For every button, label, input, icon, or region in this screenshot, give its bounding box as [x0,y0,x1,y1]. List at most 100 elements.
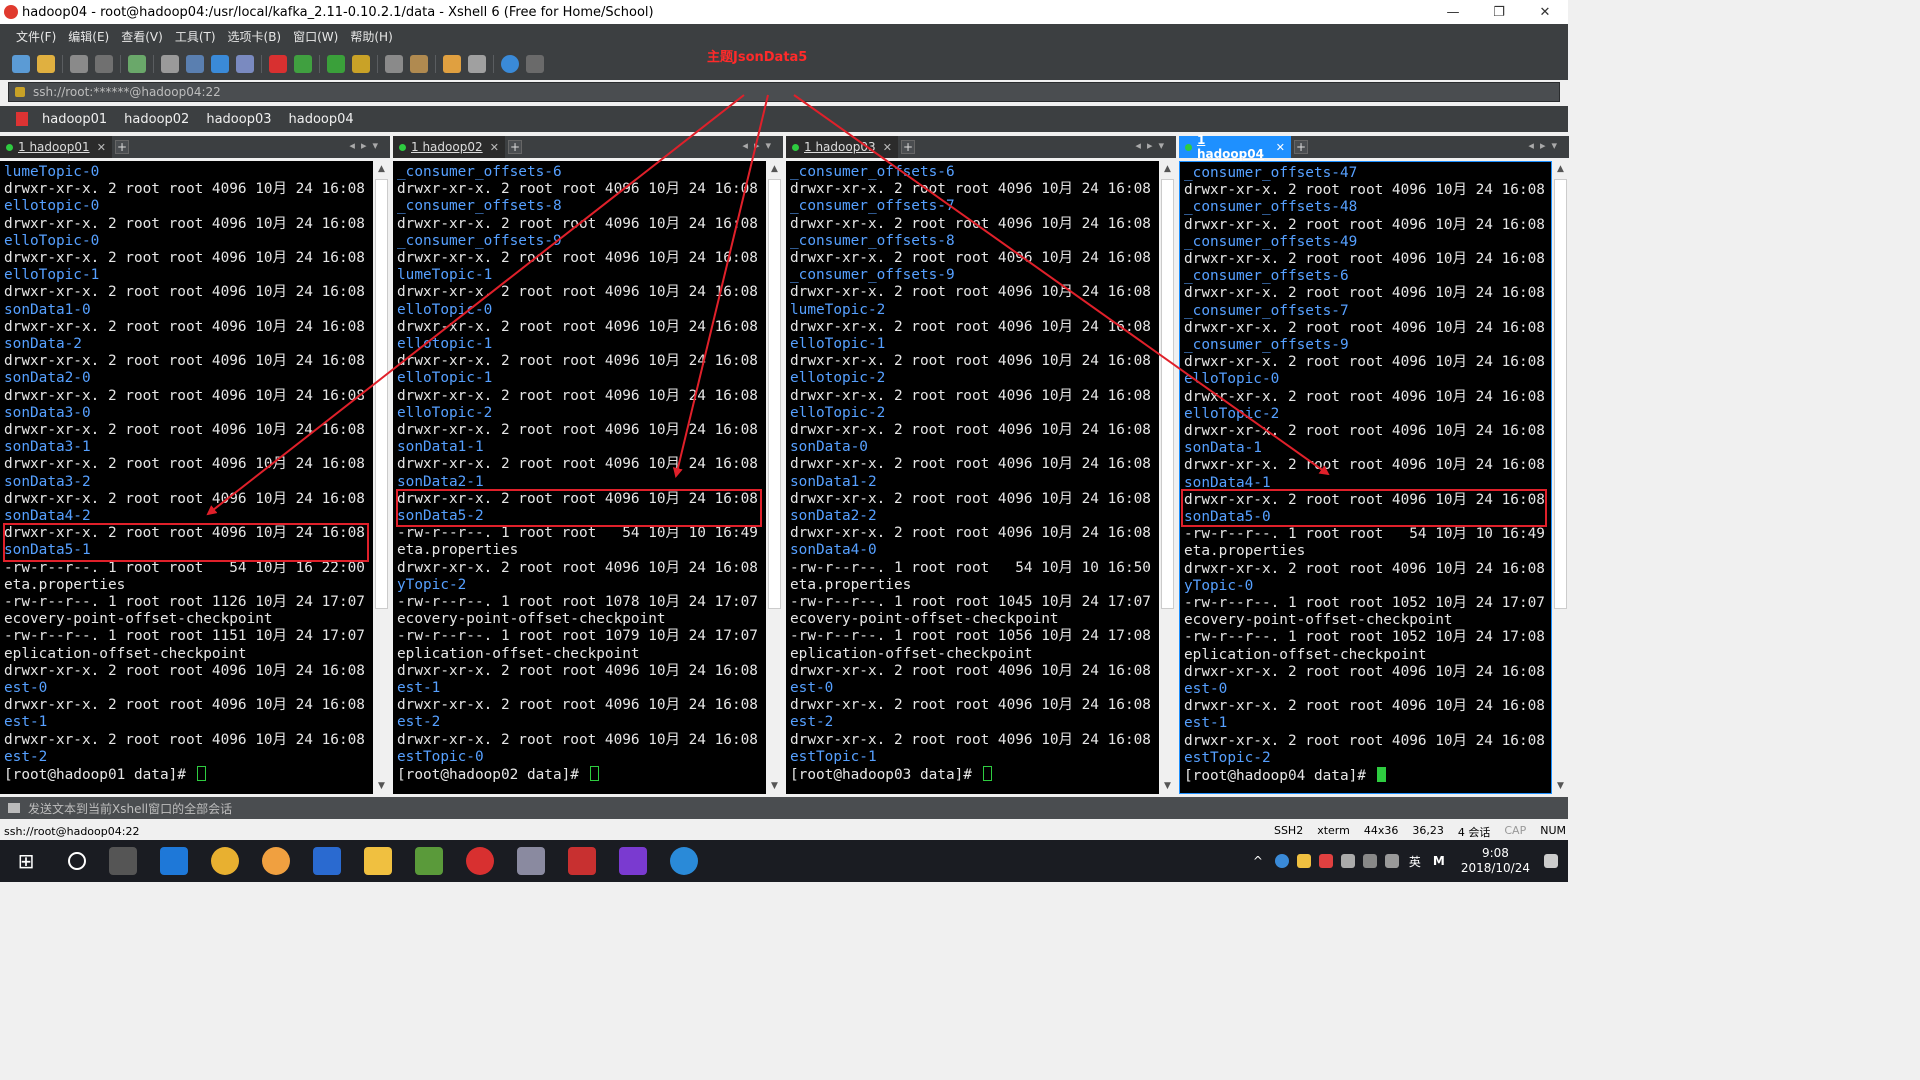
address-bar[interactable]: ssh://root:******@hadoop04:22 [8,82,1560,102]
vertical-scrollbar[interactable]: ▲ ▼ [1159,161,1176,794]
clock[interactable]: 9:08 2018/10/24 [1461,846,1530,876]
lock-icon[interactable] [352,55,370,73]
find-icon[interactable] [161,55,179,73]
terminal-line: drwxr-xr-x. 2 root root 4096 10月 24 16:0… [790,525,1159,542]
scroll-down-icon[interactable]: ▼ [1552,778,1569,794]
tray-app3-icon[interactable] [1318,854,1333,868]
scroll-thumb[interactable] [1554,179,1567,609]
notification-icon[interactable] [1544,854,1558,868]
scroll-down-icon[interactable]: ▼ [1159,778,1176,794]
maximize-button[interactable]: ❐ [1476,0,1522,24]
editor-icon[interactable] [313,847,341,875]
minimize-button[interactable]: — [1430,0,1476,24]
session-link-hadoop04[interactable]: hadoop04 [289,112,354,127]
font-icon[interactable] [236,55,254,73]
terminal-output[interactable]: _consumer_offsets-6 drwxr-xr-x. 2 root ro… [786,161,1159,794]
fullscreen-icon[interactable] [327,55,345,73]
scroll-up-icon[interactable]: ▲ [1159,161,1176,177]
open-folder-icon[interactable] [37,55,55,73]
scroll-down-icon[interactable]: ▼ [766,778,783,794]
tray-app2-icon[interactable] [1296,854,1311,868]
browser-icon[interactable] [670,847,698,875]
transfer-icon[interactable] [186,55,204,73]
menu-file[interactable]: 文件(F) [16,28,56,45]
status-num: NUM [1540,824,1566,837]
tab-nav-arrows-icon[interactable]: ◂▸▾ [1135,139,1170,152]
connect-icon[interactable] [70,55,88,73]
chevron-up-icon[interactable]: ^ [1253,854,1267,868]
disconnect-icon[interactable] [95,55,113,73]
menu-view[interactable]: 查看(V) [121,28,163,45]
new-session-icon[interactable] [12,55,30,73]
scroll-up-icon[interactable]: ▲ [766,161,783,177]
script-icon[interactable] [410,55,428,73]
tab-close-icon[interactable]: ✕ [883,141,892,154]
scroll-thumb[interactable] [768,179,781,609]
tab-close-icon[interactable]: ✕ [1276,141,1285,154]
copy-icon[interactable] [128,55,146,73]
terminal-output[interactable]: _consumer_offsets-6 drwxr-xr-x. 2 root ro… [393,161,766,794]
layout-icon[interactable] [468,55,486,73]
compose-icon [8,803,20,813]
redis-icon[interactable] [568,847,596,875]
xshell-tool-icon[interactable] [294,55,312,73]
session-tab-1[interactable]: 1 hadoop01 ✕ [0,136,112,158]
intellij-icon[interactable] [619,847,647,875]
close-button[interactable]: ✕ [1522,0,1568,24]
chrome-icon[interactable] [211,847,239,875]
new-tab-button[interactable]: + [901,140,915,154]
new-tab-button[interactable]: + [115,140,129,154]
file-explorer-icon[interactable] [364,847,392,875]
xftp-icon[interactable] [269,55,287,73]
menu-tools[interactable]: 工具(T) [175,28,216,45]
tray-app-icon[interactable] [1274,854,1289,868]
xshell-taskbar-icon[interactable] [466,847,494,875]
keyboard-icon[interactable] [385,55,403,73]
cortana-icon[interactable] [68,852,86,870]
scroll-down-icon[interactable]: ▼ [373,778,390,794]
help-icon[interactable] [501,55,519,73]
new-tab-button[interactable]: + [508,140,522,154]
battery-icon[interactable] [1362,854,1377,868]
add-session-icon[interactable] [443,55,461,73]
terminal-output[interactable]: _consumer_offsets-47 drwxr-xr-x. 2 root r… [1179,161,1552,794]
session-link-hadoop01[interactable]: hadoop01 [42,112,107,127]
session-link-hadoop02[interactable]: hadoop02 [124,112,189,127]
tab-close-icon[interactable]: ✕ [490,141,499,154]
notepad-icon[interactable] [415,847,443,875]
new-tab-button[interactable]: + [1294,140,1308,154]
tab-nav-arrows-icon[interactable]: ◂▸▾ [1528,139,1563,152]
tab-close-icon[interactable]: ✕ [97,141,106,154]
vertical-scrollbar[interactable]: ▲ ▼ [766,161,783,794]
send-to-all-bar[interactable]: 发送文本到当前Xshell窗口的全部会话 [0,797,1568,819]
session-tab-3[interactable]: 1 hadoop03 ✕ [786,136,898,158]
session-link-hadoop03[interactable]: hadoop03 [206,112,271,127]
vertical-scrollbar[interactable]: ▲ ▼ [1552,161,1569,794]
task-view-icon[interactable] [109,847,137,875]
image-viewer-icon[interactable] [517,847,545,875]
chat-icon[interactable] [526,55,544,73]
terminal-output[interactable]: lumeTopic-0 drwxr-xr-x. 2 root root 4096 … [0,161,373,794]
volume-icon[interactable] [1384,854,1399,868]
windows-start-icon[interactable]: ⊞ [12,847,40,875]
tab-nav-arrows-icon[interactable]: ◂▸▾ [742,139,777,152]
tab-nav-arrows-icon[interactable]: ◂▸▾ [349,139,384,152]
menu-window[interactable]: 窗口(W) [293,28,338,45]
ime-mode[interactable]: M [1433,854,1445,868]
scroll-thumb[interactable] [375,179,388,609]
network-icon[interactable] [1340,854,1355,868]
scroll-up-icon[interactable]: ▲ [1552,161,1569,177]
edge-icon[interactable] [160,847,188,875]
session-tab-4[interactable]: 1 hadoop04 ✕ [1179,133,1291,161]
menu-help[interactable]: 帮助(H) [350,28,392,45]
globe-icon[interactable] [211,55,229,73]
scroll-up-icon[interactable]: ▲ [373,161,390,177]
menu-edit[interactable]: 编辑(E) [68,28,109,45]
session-tab-2[interactable]: 1 hadoop02 ✕ [393,136,505,158]
vertical-scrollbar[interactable]: ▲ ▼ [373,161,390,794]
terminal-line: drwxr-xr-x. 2 root root 4096 10月 24 16:0… [790,490,1159,507]
app-icon[interactable] [262,847,290,875]
ime-indicator[interactable]: 英 [1409,853,1421,870]
menu-tabs[interactable]: 选项卡(B) [228,28,282,45]
scroll-thumb[interactable] [1161,179,1174,609]
